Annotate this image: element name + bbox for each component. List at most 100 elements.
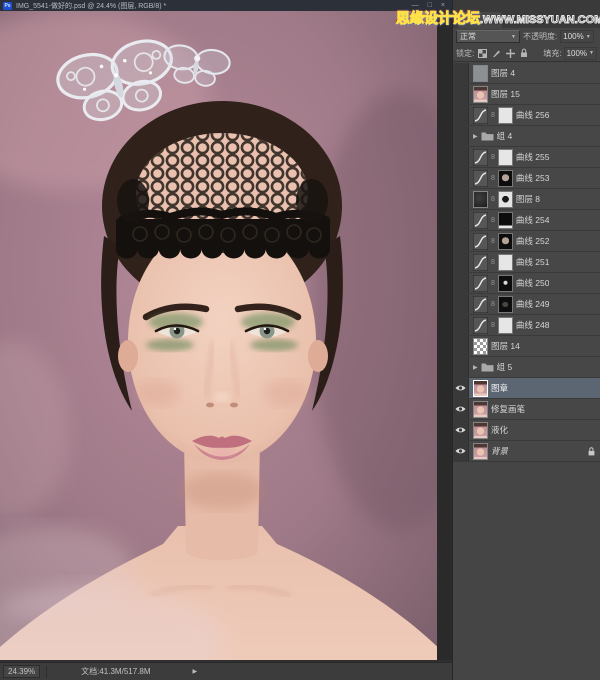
layer-thumbnail[interactable] (473, 443, 488, 460)
close-button[interactable]: × (441, 2, 445, 9)
layer-thumbnail[interactable] (473, 191, 488, 208)
layer-name[interactable]: 曲线 253 (516, 172, 550, 184)
visibility-toggle[interactable] (453, 84, 469, 104)
lock-pixels-icon[interactable] (492, 49, 501, 58)
layer-name[interactable]: 液化 (491, 424, 508, 436)
layer-name[interactable]: 图章 (491, 382, 508, 394)
maximize-button[interactable]: □ (428, 2, 432, 9)
layer-thumbnail[interactable] (473, 380, 488, 397)
visibility-toggle[interactable] (453, 378, 469, 398)
layer-thumbnail[interactable] (473, 338, 488, 355)
layer-name[interactable]: 曲线 252 (516, 235, 550, 247)
layer-mask-thumbnail[interactable] (498, 170, 513, 187)
visibility-toggle[interactable] (453, 105, 469, 125)
layer-row[interactable]: 8曲线 254 (453, 210, 600, 231)
layer-name[interactable]: 曲线 254 (516, 214, 550, 226)
lock-all-icon[interactable] (520, 48, 528, 58)
layer-mask-thumbnail[interactable] (498, 149, 513, 166)
layer-row[interactable]: 图章 (453, 378, 600, 399)
lock-position-icon[interactable] (506, 49, 515, 58)
visibility-toggle[interactable] (453, 168, 469, 188)
layer-thumbnail[interactable] (473, 422, 488, 439)
canvas-area[interactable] (0, 11, 452, 660)
group-expander-icon[interactable]: ▶ (473, 364, 478, 371)
layer-name[interactable]: 组 4 (497, 130, 513, 142)
layer-name[interactable]: 曲线 250 (516, 277, 550, 289)
curves-adjustment-icon (473, 107, 488, 124)
visibility-toggle[interactable] (453, 252, 469, 272)
visibility-toggle[interactable] (453, 126, 469, 146)
layer-name[interactable]: 图层 15 (491, 88, 520, 100)
layer-row[interactable]: 8曲线 255 (453, 147, 600, 168)
layer-mask-thumbnail[interactable] (498, 191, 513, 208)
layer-row[interactable]: 图层 4 (453, 63, 600, 84)
layer-mask-thumbnail[interactable] (498, 254, 513, 271)
layer-name[interactable]: 曲线 251 (516, 256, 550, 268)
panel-tab-bar[interactable] (453, 0, 600, 28)
layer-name[interactable]: 曲线 256 (516, 109, 550, 121)
layer-row[interactable]: 液化 (453, 420, 600, 441)
layer-row[interactable]: 修复画笔 (453, 399, 600, 420)
visibility-toggle[interactable] (453, 189, 469, 209)
group-expander-icon[interactable]: ▶ (473, 133, 478, 140)
visibility-toggle[interactable] (453, 357, 469, 377)
visibility-toggle[interactable] (453, 231, 469, 251)
layer-name[interactable]: 修复画笔 (491, 403, 525, 415)
layer-name[interactable]: 图层 4 (491, 67, 515, 79)
layer-row[interactable]: ▶ 组 5 (453, 357, 600, 378)
visibility-toggle[interactable] (453, 336, 469, 356)
layer-row[interactable]: 8曲线 250 (453, 273, 600, 294)
layer-mask-thumbnail[interactable] (498, 212, 513, 229)
eye-icon (455, 384, 466, 392)
lock-icon (588, 447, 595, 456)
layer-row[interactable]: 图层 14 (453, 336, 600, 357)
visibility-toggle[interactable] (453, 273, 469, 293)
layer-thumbnail[interactable] (473, 86, 488, 103)
fill-input[interactable]: 100% ▼ (564, 47, 597, 60)
layer-name[interactable]: 曲线 248 (516, 319, 550, 331)
layer-row[interactable]: ▶ 组 4 (453, 126, 600, 147)
lock-transparency-icon[interactable] (478, 49, 487, 58)
layers-tab[interactable] (458, 12, 502, 28)
layer-row[interactable]: 8曲线 253 (453, 168, 600, 189)
layer-thumbnail[interactable] (473, 65, 488, 82)
status-options-arrow-icon[interactable]: ▶ (193, 668, 198, 675)
layer-row[interactable]: 8曲线 248 (453, 315, 600, 336)
layer-row[interactable]: 8曲线 252 (453, 231, 600, 252)
minimize-button[interactable]: — (412, 2, 419, 9)
layer-row[interactable]: 8 曲线 256 (453, 105, 600, 126)
blend-mode-select[interactable]: 正常 ▼ (456, 30, 520, 43)
layer-name[interactable]: 图层 14 (491, 340, 520, 352)
visibility-toggle[interactable] (453, 399, 469, 419)
layer-name[interactable]: 组 5 (497, 361, 513, 373)
layer-name[interactable]: 图层 8 (516, 193, 540, 205)
layer-mask-thumbnail[interactable] (498, 233, 513, 250)
layer-thumbnail[interactable] (473, 401, 488, 418)
link-icon: 8 (491, 259, 495, 266)
layer-row[interactable]: 8 曲线 251 (453, 252, 600, 273)
layer-mask-thumbnail[interactable] (498, 317, 513, 334)
layer-mask-thumbnail[interactable] (498, 275, 513, 292)
visibility-toggle[interactable] (453, 315, 469, 335)
layer-row[interactable]: 背景 (453, 441, 600, 462)
link-icon: 8 (491, 112, 495, 119)
document-title-bar[interactable]: Ps IMG_5541-做好的.psd @ 24.4% (图层, RGB/8) … (0, 0, 452, 11)
visibility-toggle[interactable] (453, 210, 469, 230)
visibility-toggle[interactable] (453, 63, 469, 83)
opacity-label: 不透明度: (523, 31, 557, 42)
layer-name[interactable]: 曲线 249 (516, 298, 550, 310)
zoom-level-input[interactable]: 24.39% (3, 665, 40, 678)
layer-name[interactable]: 曲线 255 (516, 151, 550, 163)
opacity-input[interactable]: 100% ▼ (560, 30, 593, 43)
photo-canvas[interactable] (0, 11, 437, 660)
visibility-toggle[interactable] (453, 441, 469, 461)
visibility-toggle[interactable] (453, 420, 469, 440)
layer-row[interactable]: 8曲线 249 (453, 294, 600, 315)
layer-row[interactable]: 图层 15 (453, 84, 600, 105)
layer-mask-thumbnail[interactable] (498, 107, 513, 124)
layer-name[interactable]: 背景 (491, 445, 508, 457)
visibility-toggle[interactable] (453, 294, 469, 314)
visibility-toggle[interactable] (453, 147, 469, 167)
layer-mask-thumbnail[interactable] (498, 296, 513, 313)
layer-row[interactable]: 8图层 8 (453, 189, 600, 210)
